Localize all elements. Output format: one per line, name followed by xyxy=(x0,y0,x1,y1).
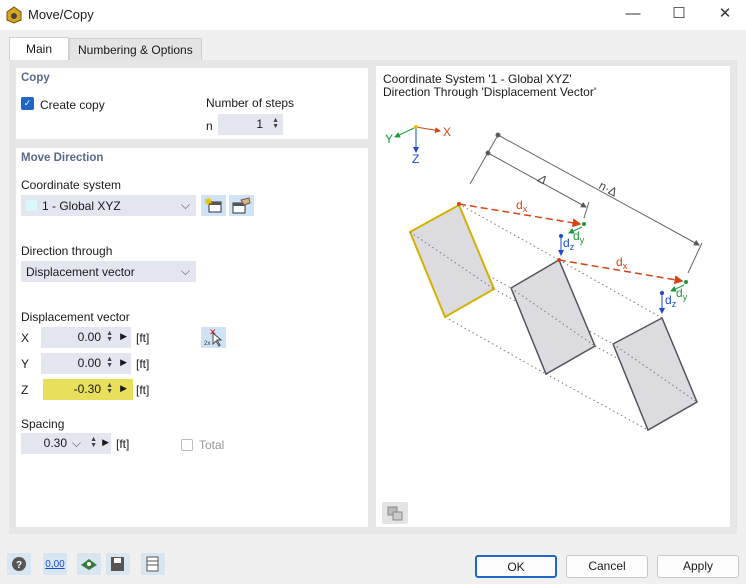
dx-label: d xyxy=(516,198,523,212)
svg-text:dx: dx xyxy=(516,198,528,214)
axis-triad: X Y Z xyxy=(385,125,451,166)
save-icon xyxy=(111,557,124,571)
copy-member-2 xyxy=(612,316,698,432)
ok-button[interactable]: OK xyxy=(475,555,557,578)
svg-text:dy: dy xyxy=(573,229,585,245)
svg-text:dz: dz xyxy=(665,293,677,309)
dz-label: d xyxy=(563,236,570,250)
z-axis-label: Z xyxy=(412,152,419,166)
eye-arrow-icon xyxy=(81,559,97,570)
x-axis-label: X xyxy=(443,125,451,139)
units-button[interactable]: 0,00 xyxy=(43,553,67,575)
table-button[interactable] xyxy=(141,553,165,575)
dx-label: d xyxy=(616,255,623,269)
svg-text:dy: dy xyxy=(676,286,688,302)
svg-text:dx: dx xyxy=(616,255,628,271)
move-diagram: X Y Z Δ n·Δ dx dy dz dx dy dz xyxy=(382,125,703,524)
copy-member-1 xyxy=(510,258,596,376)
svg-text:?: ? xyxy=(16,560,22,571)
dz-label: d xyxy=(665,293,672,307)
n-delta-label: n·Δ xyxy=(597,178,620,199)
dy-label: d xyxy=(573,229,580,243)
delta-label: Δ xyxy=(535,171,550,188)
view-button[interactable] xyxy=(77,553,101,575)
table-icon xyxy=(146,556,159,572)
apply-button[interactable]: Apply xyxy=(657,555,739,578)
y-axis-label: Y xyxy=(385,132,393,146)
original-member xyxy=(408,203,496,319)
diagram-options-icon[interactable] xyxy=(382,502,408,524)
dy-label: d xyxy=(676,286,683,300)
dimension-lines xyxy=(469,132,703,274)
help-button[interactable]: ? xyxy=(7,553,31,575)
save-button[interactable] xyxy=(106,553,130,575)
help-icon: ? xyxy=(12,557,26,571)
cancel-button[interactable]: Cancel xyxy=(566,555,648,578)
